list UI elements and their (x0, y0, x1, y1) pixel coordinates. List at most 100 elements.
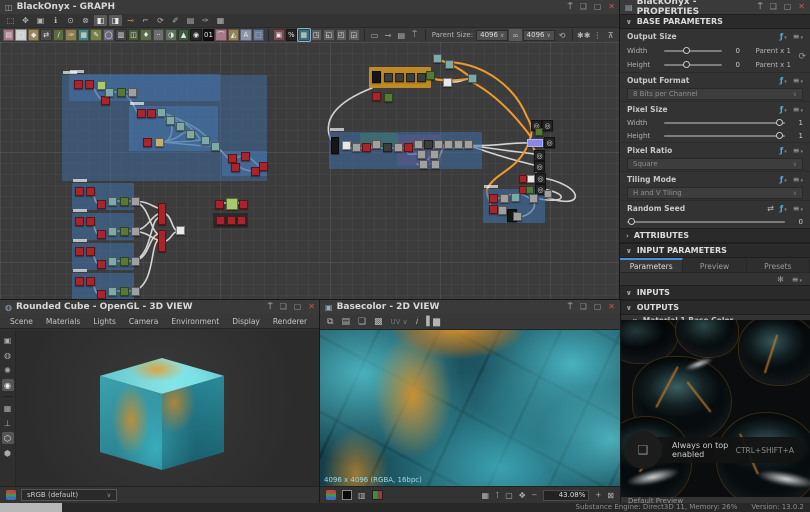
float-icon[interactable]: ❏ (580, 2, 587, 12)
function-icon[interactable]: ƒ (780, 146, 787, 155)
fit-icon[interactable]: ⊺ (495, 491, 499, 500)
view3d-canvas[interactable] (0, 330, 320, 486)
frame-icon[interactable]: ▢ (505, 491, 513, 500)
gradient-node-icon[interactable]: ✎ (90, 29, 101, 41)
camera-icon[interactable]: ▣ (2, 334, 14, 346)
graph-node[interactable] (120, 257, 129, 266)
reset-size-icon[interactable]: ⟲ (556, 29, 568, 41)
menu-display[interactable]: Display (232, 317, 260, 326)
options-menu-icon[interactable]: ≡ (793, 105, 803, 114)
elbow-link-tool-icon[interactable]: ⌐ (139, 15, 152, 26)
graph-node[interactable] (97, 260, 106, 269)
graph-node[interactable] (75, 247, 84, 256)
section-attributes[interactable]: › ATTRIBUTES (620, 228, 810, 243)
graph-node[interactable] (384, 73, 393, 82)
blend-node-icon[interactable]: ◆ (28, 29, 39, 41)
graph-node[interactable] (128, 88, 137, 97)
function-icon[interactable]: ƒ (780, 204, 787, 213)
tile-sampler-node-icon[interactable]: ◫ (128, 29, 139, 41)
function-icon[interactable]: ƒ (780, 76, 787, 85)
graph-node[interactable] (216, 216, 225, 225)
graph-node[interactable] (417, 150, 426, 159)
graph-node[interactable] (500, 194, 509, 203)
graph-node[interactable] (430, 150, 439, 159)
uv-dropdown[interactable]: UV ∨ (391, 318, 408, 326)
graph-node[interactable] (108, 287, 117, 296)
triangle-node-icon[interactable]: ◭ (228, 29, 239, 41)
zoom-out-button[interactable]: − (532, 491, 538, 499)
arch-node-icon[interactable]: ⌒ (215, 29, 226, 41)
svg-node-icon[interactable]: ▢ (15, 29, 26, 41)
graph-node[interactable] (372, 92, 381, 101)
menu-lights[interactable]: Lights (93, 317, 116, 326)
export-icon[interactable]: ⧉ (327, 317, 333, 327)
comment-icon[interactable]: ▭ (368, 29, 380, 41)
background-swatch[interactable] (342, 490, 352, 500)
graph-node[interactable] (342, 141, 351, 150)
graph-node[interactable] (86, 217, 95, 226)
graph-node[interactable] (468, 74, 477, 83)
graph-node[interactable] (86, 187, 95, 196)
portal-view-tool-icon[interactable]: ◨ (109, 15, 122, 26)
frame-icon[interactable]: ▦ (2, 402, 14, 414)
grayscale-node-icon[interactable]: ▦ (78, 29, 89, 41)
pin-icon[interactable]: ⍑ (268, 302, 273, 312)
maximize-icon[interactable]: ▢ (594, 2, 602, 12)
snap-icon[interactable]: ⊼ (605, 29, 617, 41)
pin-icon[interactable]: ⍑ (568, 302, 573, 312)
parent-size-height-dropdown[interactable]: 4096∨ (523, 30, 555, 41)
graph-node[interactable] (201, 136, 210, 145)
graph-node[interactable] (157, 108, 166, 117)
graph-node[interactable] (143, 138, 152, 147)
close-icon[interactable]: ✕ (608, 2, 615, 12)
color-profile-icon[interactable] (6, 490, 16, 500)
menu-materials[interactable]: Materials (46, 317, 80, 326)
options-menu-icon[interactable]: ≡ (793, 32, 803, 41)
graph-node[interactable] (108, 257, 117, 266)
tab-presets[interactable]: Presets (747, 258, 810, 272)
transform-bl-node-icon[interactable]: ◱ (323, 29, 334, 41)
tiling-mode-dropdown[interactable]: H and V Tiling∨ (627, 187, 803, 199)
parent-size-width-dropdown[interactable]: 4096∨ (476, 30, 508, 41)
graph-node[interactable] (511, 193, 520, 202)
section-inputs[interactable]: ∨ INPUTS (620, 285, 810, 300)
info-tool-icon[interactable]: ℹ (49, 15, 62, 26)
output-node[interactable]: ◎ (542, 120, 553, 131)
paint-tool-icon[interactable]: ✑ (199, 15, 212, 26)
frame-select-tool-icon[interactable]: ⬚ (4, 15, 17, 26)
info-icon[interactable]: 𝑖 (416, 317, 418, 327)
pin-icon[interactable]: ⍑ (568, 2, 573, 12)
graph-node[interactable] (417, 73, 426, 82)
channels-icon[interactable]: ▥ (358, 491, 366, 500)
options-menu-icon[interactable]: ≡ (793, 175, 803, 184)
float-icon[interactable]: ❏ (580, 302, 587, 312)
cube-view-icon[interactable]: ⬡ (2, 432, 14, 444)
graph-node[interactable] (158, 230, 166, 252)
output-height-slider[interactable] (664, 64, 722, 66)
wrench-tool-icon[interactable]: ✐ (169, 15, 182, 26)
gradient-map-node-icon[interactable]: ◉ (190, 29, 201, 41)
menu-camera[interactable]: Camera (129, 317, 158, 326)
graph-node[interactable] (527, 175, 535, 183)
graph-node[interactable] (426, 71, 435, 80)
graph-node[interactable] (211, 142, 220, 151)
graph-node[interactable] (498, 206, 507, 215)
pixel-width-slider[interactable] (664, 122, 785, 124)
section-input-parameters[interactable]: ∨ INPUT PARAMETERS (620, 243, 810, 258)
histogram-icon[interactable]: ▌▆ (426, 317, 440, 327)
graph-node[interactable] (137, 109, 146, 118)
section-outputs[interactable]: ∨ OUTPUTS (620, 300, 810, 315)
zoom-in-button[interactable]: + (595, 491, 601, 499)
brush-node-icon[interactable]: ✑ (65, 29, 76, 41)
light-icon[interactable]: ◍ (2, 349, 14, 361)
shuffle-icon[interactable]: ⇄ (767, 204, 774, 213)
output-node[interactable]: ◎ (535, 173, 546, 184)
graph-node[interactable] (117, 88, 126, 97)
function-icon[interactable]: ƒ (780, 32, 787, 41)
bitmap-node-icon[interactable]: ▤ (3, 29, 14, 41)
maximize-icon[interactable]: ▢ (784, 2, 792, 12)
graph-node[interactable] (75, 187, 84, 196)
output-height-value[interactable]: 0 (727, 61, 740, 69)
percent-node-icon[interactable]: % (286, 29, 297, 41)
graph-node[interactable] (395, 73, 404, 82)
